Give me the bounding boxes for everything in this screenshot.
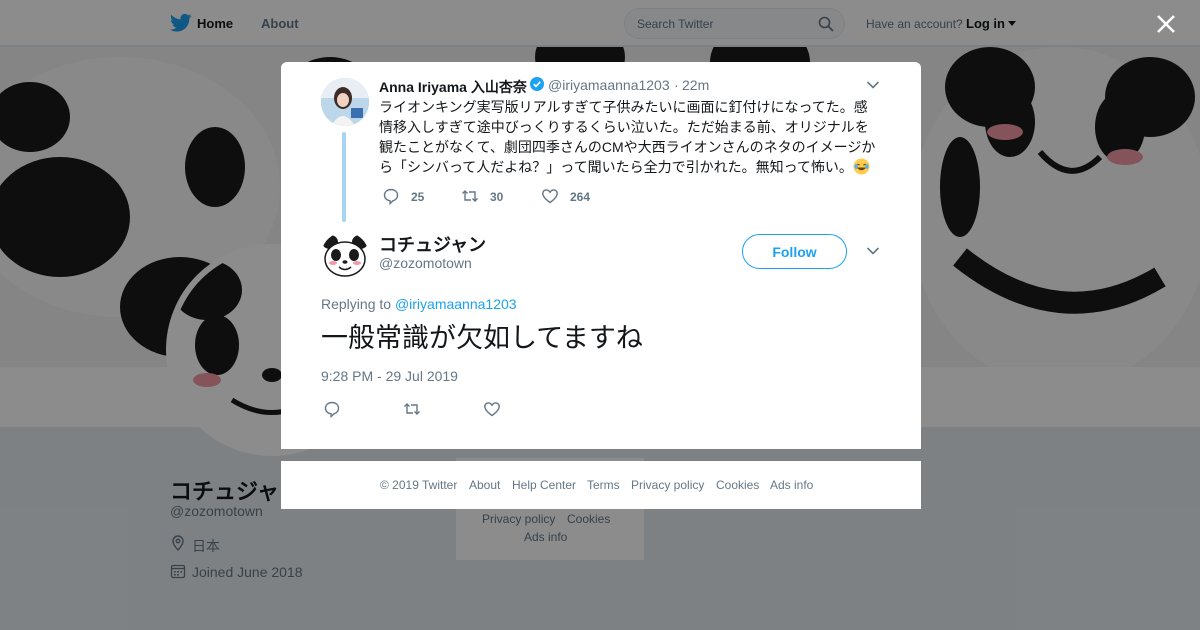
verified-icon (530, 77, 544, 91)
chevron-down-icon[interactable] (866, 246, 880, 256)
retweet-count: 30 (490, 190, 504, 204)
parent-tweet-text: ライオンキング実写版リアルすぎて子供みたいに画面に釘付けになってた。感情移入しす… (379, 97, 881, 177)
retweet-icon[interactable] (403, 400, 421, 418)
replying-to-prefix: Replying to (321, 296, 392, 312)
reply-icon[interactable] (382, 187, 400, 205)
main-tweet-text: 一般常識が欠如してますね (321, 323, 643, 353)
close-icon[interactable] (1155, 13, 1177, 35)
footer-terms-link[interactable]: Terms (587, 478, 620, 492)
footer-privacy-link[interactable]: Privacy policy (631, 478, 704, 492)
parent-tweet-avatar[interactable] (321, 78, 369, 126)
reply-icon[interactable] (323, 400, 341, 418)
footer-help-link[interactable]: Help Center (512, 478, 576, 492)
reply-count: 25 (411, 190, 425, 204)
modal-footer: © 2019 Twitter About Help Center Terms P… (281, 461, 921, 509)
footer-ads-link[interactable]: Ads info (770, 478, 813, 492)
footer-about-link[interactable]: About (469, 478, 500, 492)
like-icon[interactable] (541, 187, 559, 205)
parent-tweet-handle[interactable]: @iriyamaanna1203 (548, 77, 670, 93)
thread-connector-line (342, 132, 346, 222)
parent-tweet-author-name[interactable]: Anna Iriyama 入山杏奈 (379, 77, 527, 97)
tweet-modal: Anna Iriyama 入山杏奈 @iriyamaanna1203 · 22m… (281, 62, 921, 449)
parent-tweet-timestamp[interactable]: 22m (682, 77, 709, 93)
footer-copyright: © 2019 Twitter (380, 478, 458, 492)
parent-tweet-body: ライオンキング実写版リアルすぎて子供みたいに画面に釘付けになってた。感情移入しす… (379, 99, 876, 175)
follow-button[interactable]: Follow (742, 234, 847, 269)
main-tweet-handle[interactable]: @zozomotown (379, 255, 472, 271)
replying-to-link[interactable]: @iriyamaanna1203 (395, 296, 517, 312)
separator-dot: · (674, 77, 679, 93)
main-tweet-datetime[interactable]: 9:28 PM - 29 Jul 2019 (321, 368, 458, 384)
laughing-emoji-icon (853, 158, 870, 175)
main-tweet-avatar[interactable] (321, 232, 369, 280)
replying-to-line: Replying to @iriyamaanna1203 (321, 296, 517, 312)
chevron-down-icon[interactable] (866, 80, 880, 90)
like-count: 264 (570, 190, 591, 204)
main-tweet-author-name[interactable]: コチュジャン (379, 231, 486, 257)
footer-cookies-link[interactable]: Cookies (716, 478, 759, 492)
retweet-icon[interactable] (461, 187, 479, 205)
like-icon[interactable] (483, 400, 501, 418)
